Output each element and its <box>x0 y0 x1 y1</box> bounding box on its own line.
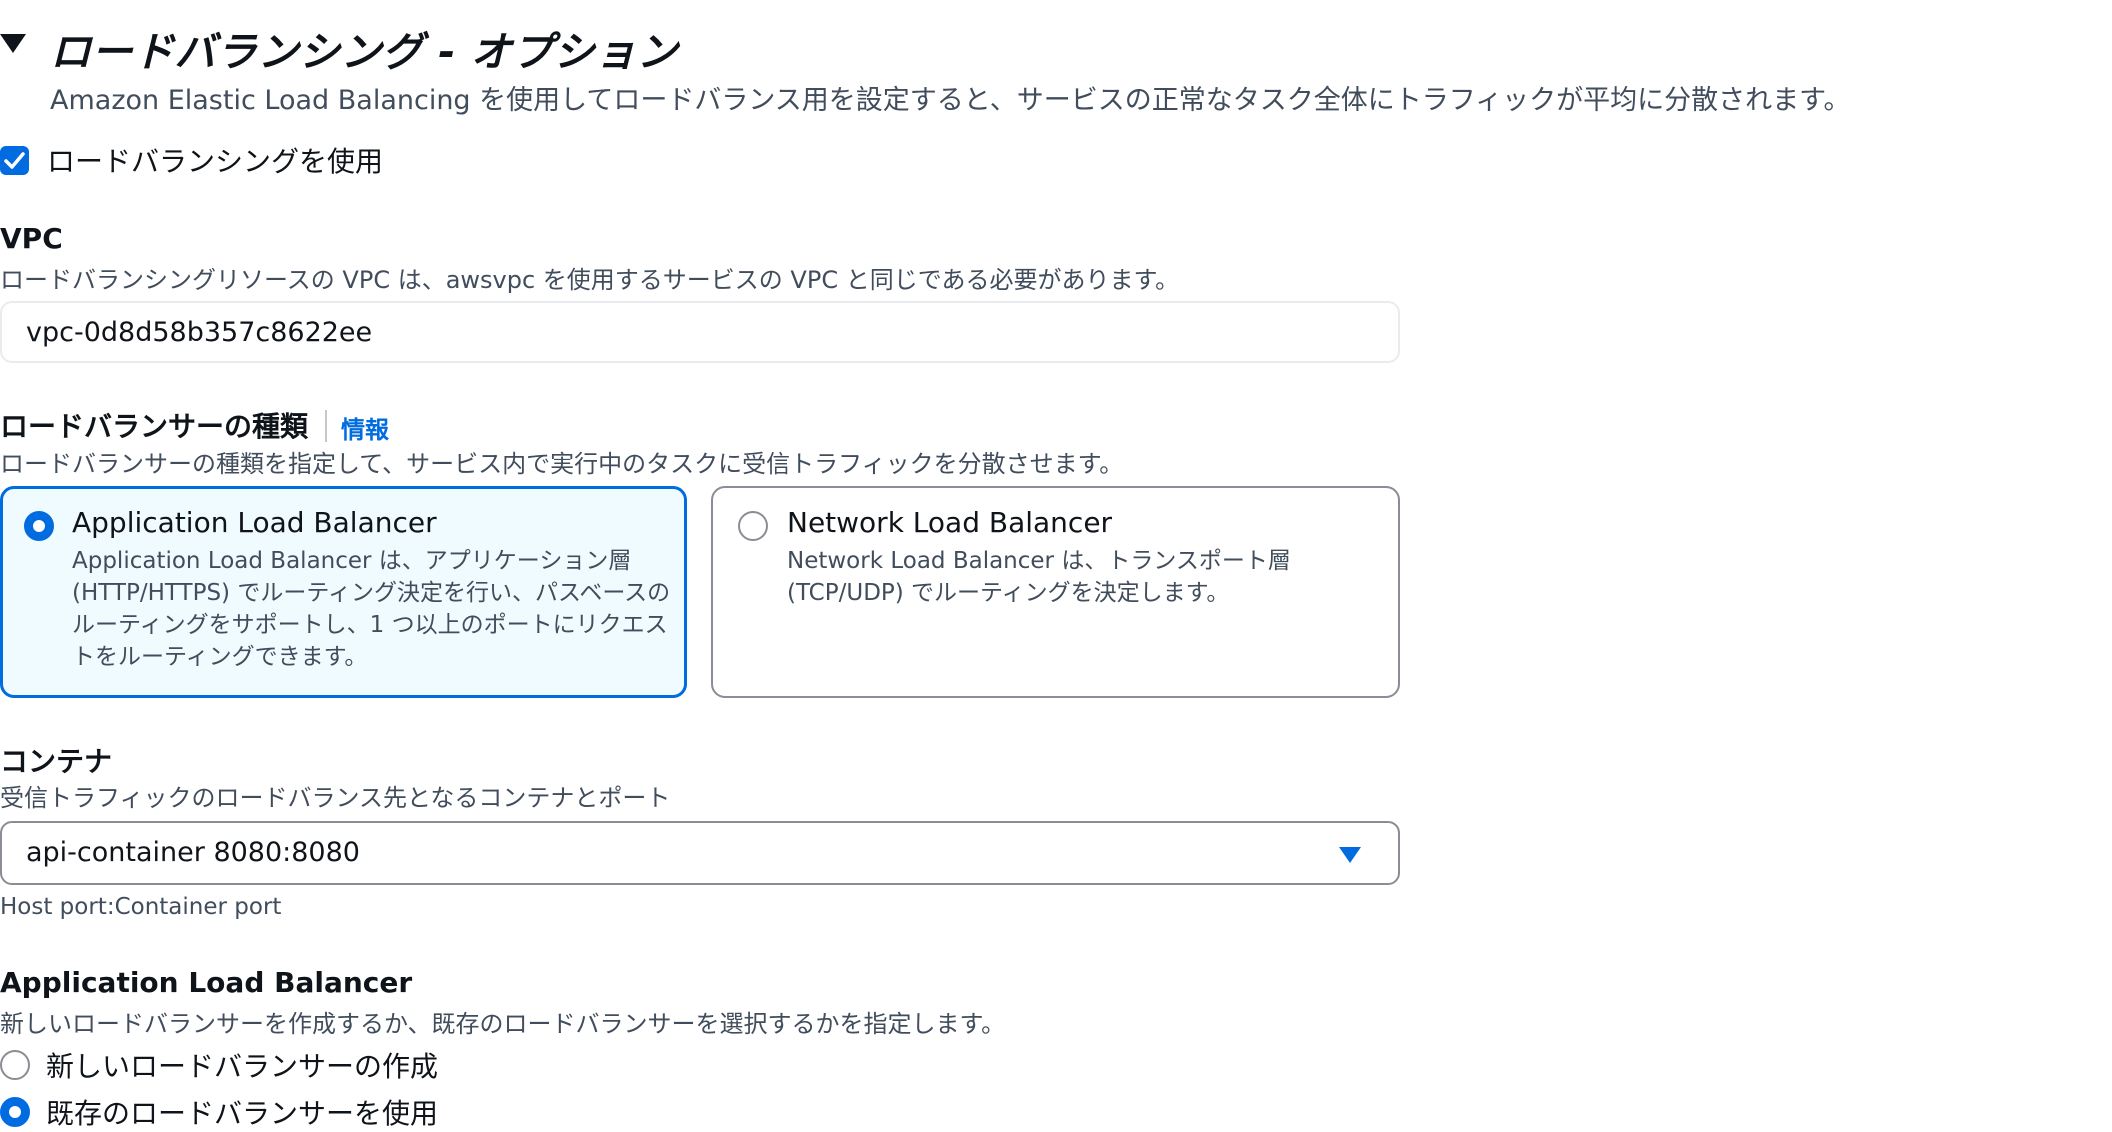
lb-type-label: ロードバランサーの種類 <box>0 410 309 443</box>
nlb-tile-title: Network Load Balancer <box>787 506 1113 539</box>
container-select-value: api-container 8080:8080 <box>26 837 360 868</box>
caret-down-icon <box>1339 847 1361 863</box>
tile-application-load-balancer[interactable]: Application Load Balancer Application Lo… <box>0 486 687 698</box>
caret-down-icon[interactable] <box>0 34 26 53</box>
alb-section-label: Application Load Balancer <box>0 966 413 999</box>
nlb-radio[interactable] <box>738 511 768 541</box>
checkmark-icon <box>4 152 25 169</box>
vpc-label: VPC <box>0 222 63 255</box>
vpc-value: vpc-0d8d58b357c8622ee <box>26 317 373 348</box>
container-select[interactable]: api-container 8080:8080 <box>0 821 1400 885</box>
info-link[interactable]: 情報 <box>341 410 389 445</box>
use-load-balancing-checkbox[interactable] <box>0 146 29 175</box>
section-title[interactable]: ロードバランシング - オプション <box>50 18 678 78</box>
alb-section-description: 新しいロードバランサーを作成するか、既存のロードバランサーを選択するかを指定しま… <box>0 1010 1006 1038</box>
alb-tile-description: Application Load Balancer は、アプリケーション層 (H… <box>72 548 671 670</box>
nlb-tile-description: Network Load Balancer は、トランスポート層 (TCP/UD… <box>787 548 1291 606</box>
container-constraint-text: Host port:Container port <box>0 894 282 920</box>
section-description: Amazon Elastic Load Balancing を使用してロードバラ… <box>50 85 1851 116</box>
tile-network-load-balancer[interactable]: Network Load Balancer Network Load Balan… <box>711 486 1400 698</box>
alb-radio[interactable] <box>24 511 54 541</box>
container-label: コンテナ <box>0 745 113 778</box>
use-load-balancing-label[interactable]: ロードバランシングを使用 <box>47 140 383 180</box>
vpc-field: vpc-0d8d58b357c8622ee <box>0 301 1400 363</box>
lb-type-description: ロードバランサーの種類を指定して、サービス内で実行中のタスクに受信トラフィックを… <box>0 450 1124 478</box>
use-existing-lb-label[interactable]: 既存のロードバランサーを使用 <box>46 1092 438 1132</box>
use-existing-lb-radio[interactable] <box>0 1097 30 1127</box>
vpc-description: ロードバランシングリソースの VPC は、awsvpc を使用するサービスの V… <box>0 266 1180 294</box>
container-description: 受信トラフィックのロードバランス先となるコンテナとポート <box>0 784 671 812</box>
alb-tile-title: Application Load Balancer <box>72 506 437 539</box>
create-new-lb-radio[interactable] <box>0 1050 30 1080</box>
label-divider <box>325 410 327 442</box>
create-new-lb-label[interactable]: 新しいロードバランサーの作成 <box>46 1045 438 1085</box>
